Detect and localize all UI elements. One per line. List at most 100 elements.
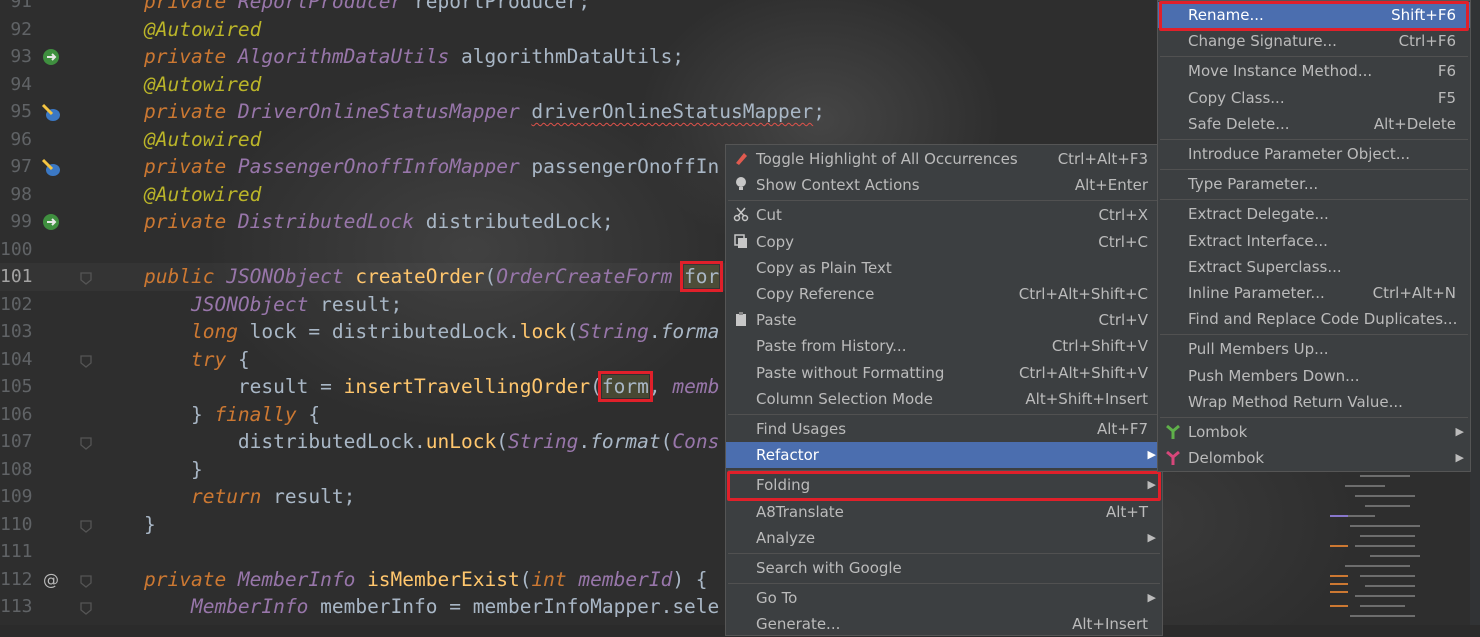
code-text[interactable]: result = insertTravellingOrder(form, mem… <box>144 371 719 402</box>
mapper-icon[interactable] <box>40 102 62 122</box>
line-number: 110 <box>0 513 33 535</box>
code-token: int <box>531 567 579 591</box>
menu-item-move-instance-method[interactable]: Move Instance Method... F6 <box>1158 58 1470 84</box>
menu-item-extract-interface[interactable]: Extract Interface... <box>1158 228 1470 254</box>
code-text[interactable]: private ReportProducer reportProducer; <box>144 0 590 16</box>
menu-item-label: Extract Interface... <box>1188 231 1328 250</box>
fold-marker-icon[interactable] <box>80 270 92 285</box>
menu-item-copy-reference[interactable]: Copy Reference Ctrl+Alt+Shift+C <box>726 281 1162 307</box>
vertical-scrollbar[interactable] <box>1470 0 1480 625</box>
line-number: 107 <box>0 431 33 452</box>
code-token: ( <box>660 430 673 453</box>
menu-item-label: Push Members Down... <box>1188 366 1360 385</box>
menu-item-shortcut: Shift+F6 <box>1391 6 1456 24</box>
menu-item-column-selection-mode[interactable]: Column Selection Mode Alt+Shift+Insert <box>726 386 1162 412</box>
mapper-icon[interactable] <box>40 157 62 177</box>
code-token: } <box>144 512 156 536</box>
code-token: sele <box>672 595 720 618</box>
menu-item-type-parameter[interactable]: Type Parameter... <box>1158 171 1470 197</box>
scissors-icon <box>732 206 750 226</box>
menu-item-extract-superclass[interactable]: Extract Superclass... <box>1158 254 1470 280</box>
code-text[interactable]: private MemberInfo isMemberExist(int mem… <box>144 566 708 594</box>
fold-marker-icon[interactable] <box>80 353 92 368</box>
submenu-arrow-icon: ▶ <box>1455 425 1464 438</box>
minimap[interactable] <box>1325 465 1475 625</box>
menu-item-paste-from-history[interactable]: Paste from History... Ctrl+Shift+V <box>726 333 1162 359</box>
menu-item-cut[interactable]: Cut Ctrl+X <box>726 202 1162 228</box>
code-token: private <box>144 100 238 123</box>
line-number: 93 <box>10 46 32 67</box>
code-text[interactable]: @Autowired <box>144 71 261 99</box>
fold-marker-icon[interactable] <box>80 600 92 615</box>
code-text[interactable]: long lock = distributedLock.lock(String.… <box>144 318 719 346</box>
impl-icon[interactable] <box>40 212 62 232</box>
code-token: OrderCreateForm <box>496 265 685 288</box>
code-text[interactable]: @Autowired <box>144 181 261 209</box>
highlighted-token: for <box>680 261 724 292</box>
menu-item-paste[interactable]: Paste Ctrl+V <box>726 307 1162 333</box>
menu-item-delombok[interactable]: Delombok ▶ <box>1158 445 1470 471</box>
menu-item-copy-class[interactable]: Copy Class... F5 <box>1158 85 1470 111</box>
code-token: , <box>648 375 673 398</box>
code-token: ( <box>519 567 532 591</box>
editor-context-menu: Toggle Highlight of All Occurrences Ctrl+… <box>725 144 1163 636</box>
impl-icon[interactable] <box>40 47 62 67</box>
code-text[interactable]: } finally { <box>144 401 320 429</box>
code-text[interactable]: } <box>144 456 203 484</box>
menu-item-toggle-highlight-of-all-occurrences[interactable]: Toggle Highlight of All Occurrences Ctrl+… <box>726 146 1162 172</box>
menu-item-lombok[interactable]: Lombok ▶ <box>1158 419 1470 445</box>
menu-item-shortcut: Alt+F7 <box>1096 420 1148 438</box>
fold-marker-icon[interactable] <box>80 518 92 533</box>
menu-item-copy-as-plain-text[interactable]: Copy as Plain Text <box>726 255 1162 281</box>
menu-item-a8translate[interactable]: A8Translate Alt+T <box>726 499 1162 525</box>
line-number: 102 <box>0 293 33 315</box>
menu-item-show-context-actions[interactable]: Show Context Actions Alt+Enter <box>726 172 1162 198</box>
menu-item-push-members-down[interactable]: Push Members Down... <box>1158 363 1470 389</box>
menu-item-refactor[interactable]: Refactor ▶ <box>726 442 1162 469</box>
menu-item-wrap-method-return-value[interactable]: Wrap Method Return Value... <box>1158 389 1470 415</box>
code-text[interactable]: public JSONObject createOrder(OrderCreat… <box>144 261 724 292</box>
menu-item-rename[interactable]: Rename... Shift+F6 <box>1158 2 1470 28</box>
menu-item-change-signature[interactable]: Change Signature... Ctrl+F6 <box>1158 28 1470 54</box>
override-icon[interactable]: @ <box>40 570 62 590</box>
menu-item-find-and-replace-code-duplicates[interactable]: Find and Replace Code Duplicates... <box>1158 306 1470 332</box>
menu-item-paste-without-formatting[interactable]: Paste without Formatting Ctrl+Alt+Shift+V <box>726 360 1162 386</box>
menu-item-safe-delete[interactable]: Safe Delete... Alt+Delete <box>1158 111 1470 137</box>
code-text[interactable]: JSONObject result; <box>144 291 402 319</box>
line-number: 101 <box>0 266 33 287</box>
code-text[interactable]: distributedLock.unLock(String.format(Con… <box>144 428 719 456</box>
fold-marker-icon[interactable] <box>80 573 92 588</box>
menu-item-search-with-google[interactable]: Search with Google <box>726 555 1162 581</box>
menu-item-generate[interactable]: Generate... Alt+Insert <box>726 611 1162 637</box>
menu-item-label: Type Parameter... <box>1188 175 1319 194</box>
menu-item-introduce-parameter-object[interactable]: Introduce Parameter Object... <box>1158 141 1470 167</box>
delombok-icon <box>1164 449 1182 471</box>
menu-item-shortcut: Ctrl+Shift+V <box>1051 337 1148 356</box>
fold-marker-icon[interactable] <box>80 435 92 450</box>
menu-item-go-to[interactable]: Go To ▶ <box>726 585 1162 611</box>
code-text[interactable]: @Autowired <box>144 16 261 44</box>
code-text[interactable]: private DriverOnlineStatusMapper driverO… <box>144 98 825 126</box>
code-text[interactable]: MemberInfo memberInfo = memberInfoMapper… <box>144 593 719 621</box>
submenu-arrow-icon: ▶ <box>1147 530 1156 544</box>
menu-item-shortcut: Ctrl+V <box>1098 311 1148 330</box>
menu-item-pull-members-up[interactable]: Pull Members Up... <box>1158 336 1470 362</box>
code-text[interactable]: private PassengerOnoffInfoMapper passeng… <box>144 153 719 181</box>
menu-item-folding[interactable]: Folding ▶ <box>726 472 1162 498</box>
code-token: ( <box>484 265 497 288</box>
code-token: MemberInfo <box>190 595 321 618</box>
code-text[interactable]: @Autowired <box>144 126 261 154</box>
code-text[interactable]: private DistributedLock distributedLock; <box>144 208 614 236</box>
code-text[interactable]: try { <box>144 346 250 374</box>
code-text[interactable]: } <box>144 511 156 539</box>
menu-item-extract-delegate[interactable]: Extract Delegate... <box>1158 201 1470 227</box>
menu-item-find-usages[interactable]: Find Usages Alt+F7 <box>726 416 1162 442</box>
menu-item-analyze[interactable]: Analyze ▶ <box>726 525 1162 551</box>
menu-item-inline-parameter[interactable]: Inline Parameter... Ctrl+Alt+N <box>1158 280 1470 306</box>
code-text[interactable]: private AlgorithmDataUtils algorithmData… <box>144 43 684 71</box>
code-text[interactable]: return result; <box>144 483 355 511</box>
menu-item-copy[interactable]: Copy Ctrl+C <box>726 229 1162 255</box>
